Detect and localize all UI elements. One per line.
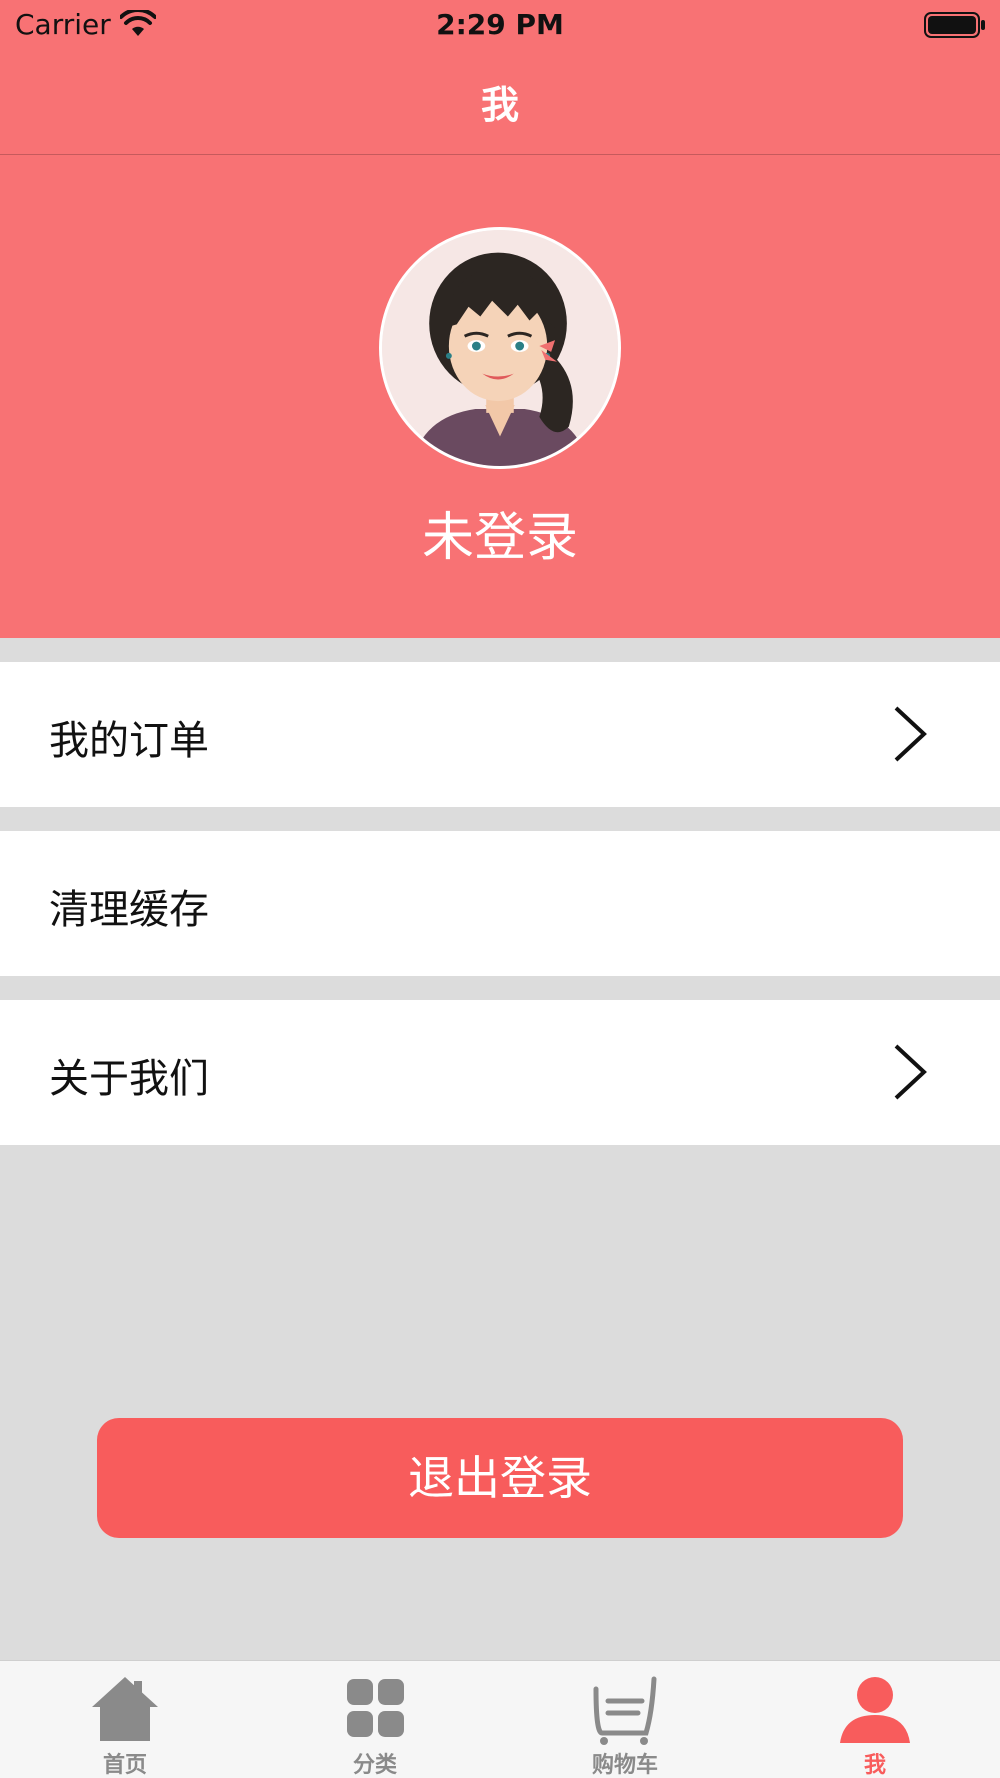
tab-label: 我 — [863, 1753, 886, 1778]
menu-item-clear-cache[interactable]: 清理缓存 — [0, 831, 1000, 976]
username-label[interactable]: 未登录 — [0, 495, 1000, 570]
tab-label: 分类 — [352, 1753, 397, 1778]
avatar[interactable] — [379, 227, 621, 469]
tab-label: 购物车 — [591, 1753, 658, 1778]
cart-icon — [593, 1676, 657, 1745]
tab-category[interactable]: 分类 — [250, 1661, 500, 1778]
clock: 2:29 PM — [436, 8, 564, 41]
menu-item-label: 清理缓存 — [49, 887, 209, 933]
menu-item-about-us[interactable]: 关于我们 — [0, 1000, 1000, 1145]
profile-header: 未登录 — [0, 155, 1000, 638]
tab-label: 首页 — [102, 1753, 147, 1778]
logout-button[interactable]: 退出登录 — [97, 1418, 903, 1538]
status-bar: Carrier 2:29 PM — [0, 0, 1000, 50]
home-icon — [92, 1677, 158, 1741]
menu-item-my-orders[interactable]: 我的订单 — [0, 662, 1000, 807]
navigation-bar: 我 — [0, 50, 1000, 155]
tab-cart[interactable]: 购物车 — [500, 1661, 750, 1778]
avatar-girl-illustration — [382, 230, 618, 466]
battery-full-icon — [924, 12, 985, 38]
page-title: 我 — [480, 83, 519, 127]
tab-home[interactable]: 首页 — [0, 1661, 250, 1778]
chevron-right-icon — [894, 706, 927, 762]
user-icon — [840, 1677, 910, 1743]
grid-icon — [347, 1679, 404, 1737]
menu-item-label: 关于我们 — [49, 1056, 209, 1102]
tab-me[interactable]: 我 — [750, 1661, 1000, 1778]
menu-item-label: 我的订单 — [49, 718, 209, 764]
tab-bar: 首页 分类 购物车 我 — [0, 1660, 1000, 1778]
chevron-right-icon — [894, 1044, 927, 1100]
